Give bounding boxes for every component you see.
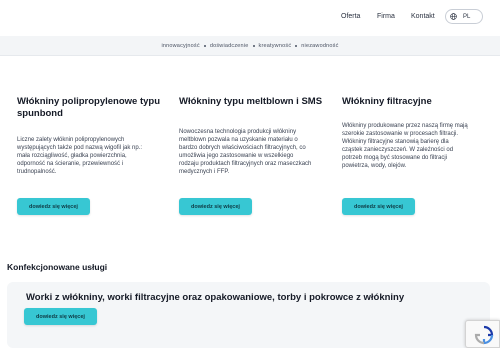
nav-oferta[interactable]: Oferta bbox=[341, 13, 360, 20]
separator-dot bbox=[203, 44, 206, 47]
tagline-item: niezawodność bbox=[301, 42, 339, 49]
separator-dot bbox=[295, 44, 298, 47]
column-title: Włókniny filtracyjne bbox=[342, 96, 432, 107]
tagline-bar: innowacyjność doświadczenie kreatywność … bbox=[0, 36, 500, 56]
language-label: PL bbox=[463, 13, 471, 20]
column-description: Nowoczesna technologia produkcji włóknin… bbox=[179, 129, 312, 175]
recaptcha-icon bbox=[474, 325, 494, 345]
section-title: Konfekcjonowane usługi bbox=[7, 262, 108, 272]
recaptcha-badge[interactable] bbox=[465, 320, 500, 348]
card-title: Worki z włókniny, worki filtracyjne oraz… bbox=[26, 292, 405, 303]
tagline-item: kreatywność bbox=[258, 42, 292, 49]
tagline-item: innowacyjność bbox=[161, 42, 200, 49]
learn-more-button-meltblown[interactable]: dowiedz się więcej bbox=[179, 198, 252, 215]
product-column-spunbond: Włókniny polipropylenowe typu spunbond L… bbox=[17, 96, 162, 175]
top-navigation: Oferta Firma Kontakt PL bbox=[0, 0, 500, 36]
learn-more-button-spunbond[interactable]: dowiedz się więcej bbox=[17, 198, 90, 215]
tagline-item: doświadczenie bbox=[209, 42, 249, 49]
separator-dot bbox=[252, 44, 255, 47]
learn-more-button-services[interactable]: dowiedz się więcej bbox=[24, 308, 97, 325]
nav-firma[interactable]: Firma bbox=[377, 13, 395, 20]
globe-icon bbox=[450, 13, 457, 20]
column-description: Włókniny produkowane przez naszą firmę m… bbox=[342, 123, 468, 169]
column-title: Włókniny typu meltblown i SMS bbox=[179, 96, 323, 107]
product-column-filtration: Włókniny filtracyjne Włókniny produkowan… bbox=[342, 96, 482, 169]
services-card: Worki z włókniny, worki filtracyjne oraz… bbox=[7, 282, 490, 348]
nav-kontakt[interactable]: Kontakt bbox=[411, 13, 435, 20]
learn-more-button-filtration[interactable]: dowiedz się więcej bbox=[342, 198, 415, 215]
column-description: Liczne zalety włóknin polipropylenowych … bbox=[17, 137, 143, 175]
column-title: Włókniny polipropylenowe typu spunbond bbox=[17, 96, 161, 119]
product-column-meltblown: Włókniny typu meltblown i SMS Nowoczesna… bbox=[179, 96, 324, 175]
language-switcher[interactable]: PL bbox=[445, 9, 483, 24]
